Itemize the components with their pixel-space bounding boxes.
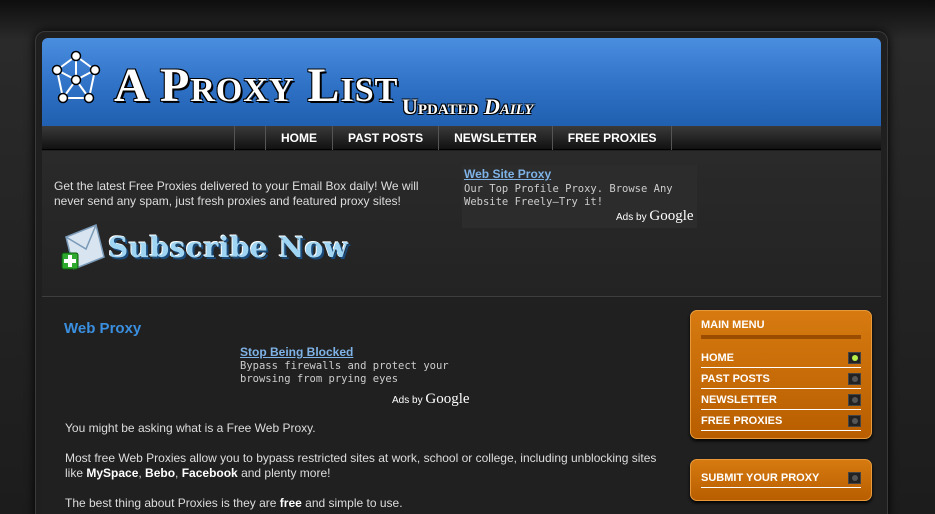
top-navbar: HOME PAST POSTS NEWSLETTER FREE PROXIES bbox=[42, 126, 881, 150]
sidebar-item-label: PAST POSTS bbox=[701, 373, 770, 385]
submit-proxy-link[interactable]: SUBMIT YOUR PROXY bbox=[701, 467, 861, 488]
sidebar-item-label: HOME bbox=[701, 352, 734, 364]
ad-top-description: Our Top Profile Proxy. Browse Any Websit… bbox=[464, 183, 673, 208]
ad-top-link[interactable]: Web Site Proxy bbox=[464, 167, 551, 181]
ads-by-google-top[interactable]: Ads by Google bbox=[616, 208, 694, 225]
tagline-emphasis: Daily bbox=[483, 94, 534, 119]
ads-by-label: Ads by bbox=[392, 395, 423, 406]
nav-menu: HOME PAST POSTS NEWSLETTER FREE PROXIES bbox=[234, 126, 673, 150]
ads-by-google-content[interactable]: Ads by Google bbox=[392, 391, 470, 408]
bullet-icon bbox=[848, 472, 861, 484]
nav-separator bbox=[235, 126, 266, 150]
email-subscribe-icon bbox=[61, 223, 105, 271]
content-paragraph-3: The best thing about Proxies is they are… bbox=[65, 496, 665, 511]
ads-by-label: Ads by bbox=[616, 212, 647, 223]
keyword-myspace: MySpace bbox=[86, 466, 139, 480]
google-logo: Google bbox=[649, 208, 694, 224]
submit-proxy-label: SUBMIT YOUR PROXY bbox=[701, 472, 820, 484]
ad-content-link[interactable]: Stop Being Blocked bbox=[240, 345, 353, 359]
paragraph-text: The best thing about Proxies is they are bbox=[65, 496, 280, 510]
bullet-icon bbox=[848, 394, 861, 406]
active-bullet-icon bbox=[848, 352, 861, 364]
keyword-facebook: Facebook bbox=[181, 466, 238, 480]
google-logo: Google bbox=[425, 391, 470, 407]
sidebar-item-newsletter[interactable]: NEWSLETTER bbox=[701, 389, 861, 410]
paragraph-text: and simple to use. bbox=[301, 496, 403, 510]
main-menu-box: MAIN MENU HOME PAST POSTS NEWSLETTER FRE… bbox=[690, 310, 872, 439]
bullet-icon bbox=[848, 373, 861, 385]
content-paragraph-2: Most free Web Proxies allow you to bypas… bbox=[65, 451, 665, 481]
keyword-free: free bbox=[279, 496, 302, 510]
intro-text: Get the latest Free Proxies delivered to… bbox=[54, 179, 419, 208]
content-title: Web Proxy bbox=[64, 320, 142, 337]
site-title[interactable]: A Proxy List bbox=[114, 58, 398, 113]
network-logo-icon bbox=[51, 50, 101, 104]
nav-item-past-posts[interactable]: PAST POSTS bbox=[333, 126, 440, 150]
nav-item-newsletter[interactable]: NEWSLETTER bbox=[439, 126, 553, 150]
sidebar-item-label: NEWSLETTER bbox=[701, 394, 777, 406]
site-tagline: Updated Daily bbox=[402, 94, 533, 120]
site-header: A Proxy List Updated Daily bbox=[42, 38, 881, 126]
subscribe-label: Subscribe Now bbox=[108, 231, 349, 264]
paragraph-text: , bbox=[175, 466, 182, 480]
subscribe-now-button[interactable]: Subscribe Now bbox=[60, 223, 380, 273]
paragraph-text: and plenty more! bbox=[237, 466, 331, 480]
sidebar-item-past-posts[interactable]: PAST POSTS bbox=[701, 368, 861, 389]
ad-unit-top: Web Site Proxy Our Top Profile Proxy. Br… bbox=[462, 165, 697, 228]
main-menu-title: MAIN MENU bbox=[701, 319, 765, 331]
submit-proxy-box: SUBMIT YOUR PROXY bbox=[690, 459, 872, 501]
content-paragraph-1: You might be asking what is a Free Web P… bbox=[65, 421, 316, 435]
ad-content-description: Bypass firewalls and protect your browsi… bbox=[240, 360, 449, 385]
sidebar-item-label: FREE PROXIES bbox=[701, 415, 783, 427]
nav-item-free-proxies[interactable]: FREE PROXIES bbox=[553, 126, 673, 150]
sidebar-item-free-proxies[interactable]: FREE PROXIES bbox=[701, 410, 861, 431]
nav-item-home[interactable]: HOME bbox=[266, 126, 333, 150]
sidebar-item-home[interactable]: HOME bbox=[701, 347, 861, 368]
bullet-icon bbox=[848, 415, 861, 427]
tagline-text: Updated bbox=[402, 94, 484, 119]
main-area: Web Proxy Stop Being Blocked Bypass fire… bbox=[42, 298, 881, 514]
keyword-bebo: Bebo bbox=[145, 466, 176, 480]
page-container: A Proxy List Updated Daily HOME PAST POS… bbox=[35, 31, 888, 514]
top-banner-area: Get the latest Free Proxies delivered to… bbox=[42, 151, 881, 297]
